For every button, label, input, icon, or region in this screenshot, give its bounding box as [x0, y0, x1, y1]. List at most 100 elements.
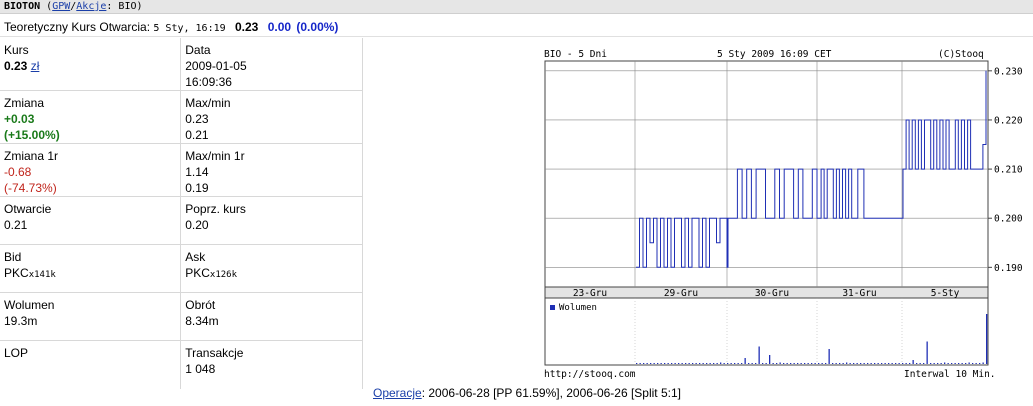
- cell-zmiana-1r: Zmiana 1r -0.68 (-74.73%): [0, 143, 182, 197]
- chart-svg: BIO - 5 Dni 5 Sty 2009 16:09 CET (C)Stoo…: [542, 46, 1033, 382]
- wolumen-label: Wolumen: [4, 298, 55, 312]
- table-row: LOP Transakcje 1 048: [0, 340, 363, 389]
- table-row: Otwarcie 0.21 Poprz. kurs 0.20: [0, 196, 363, 245]
- zmiana-value: +0.03: [4, 112, 35, 126]
- ask-size: x126k: [209, 270, 238, 280]
- volume-bar: [919, 363, 921, 364]
- maxmin1r-label: Max/min 1r: [185, 149, 245, 163]
- table-row: Zmiana +0.03 (+15.00%) Max/min 0.23 0.21: [0, 90, 363, 144]
- obrot-label: Obrót: [185, 298, 216, 312]
- operacje-text: : 2006-06-28 [PP 61.59%], 2006-06-26 [Sp…: [421, 386, 681, 400]
- maxmin-label: Max/min: [185, 96, 231, 110]
- transakcje-value: 1 048: [185, 362, 216, 376]
- volume-bar: [664, 363, 666, 364]
- operacje-link[interactable]: Operacje: [373, 386, 422, 400]
- volume-bar: [940, 363, 942, 364]
- volume-bar: [762, 363, 764, 364]
- x-tick-label: 23-Gru: [573, 288, 607, 299]
- obrot-value: 8.34m: [185, 314, 219, 328]
- y-tick-label: 0.230: [994, 66, 1023, 77]
- cell-bid: Bid PKCx141k: [0, 244, 182, 293]
- kurs-value: 0.23: [4, 59, 28, 73]
- quote-change: 0.00: [267, 20, 292, 34]
- volume-bar: [790, 363, 792, 364]
- chart-title-center: 5 Sty 2009 16:09 CET: [717, 49, 832, 60]
- volume-bar: [657, 363, 659, 364]
- cell-ask: Ask PKCx126k: [180, 244, 363, 293]
- volume-bar: [688, 363, 690, 364]
- volume-bar: [923, 363, 925, 364]
- volume-bar: [895, 363, 897, 364]
- volume-bar: [786, 363, 788, 364]
- volume-bar: [737, 363, 739, 364]
- ask-label: Ask: [185, 250, 206, 264]
- poprz-label: Poprz. kurs: [185, 202, 246, 216]
- volume-bar: [643, 363, 645, 364]
- cell-zmiana: Zmiana +0.03 (+15.00%): [0, 90, 182, 144]
- volume-bar: [765, 363, 767, 364]
- volume-bar: [692, 363, 694, 364]
- volume-bar: [839, 363, 841, 364]
- volume-bar: [912, 360, 914, 364]
- data-label: Data: [185, 43, 211, 57]
- volume-bar: [685, 363, 687, 364]
- kurs-label: Kurs: [4, 43, 29, 57]
- operations-line: Operacje: 2006-06-28 [PP 61.59%], 2006-0…: [373, 386, 681, 400]
- table-row: Wolumen 19.3m Obrót 8.34m: [0, 292, 363, 341]
- volume-bar: [639, 363, 641, 364]
- link-akcje[interactable]: Akcje: [76, 1, 106, 12]
- zmiana1r-label: Zmiana 1r: [4, 149, 59, 163]
- volume-bar: [744, 358, 746, 364]
- table-row: Zmiana 1r -0.68 (-74.73%) Max/min 1r 1.1…: [0, 143, 363, 197]
- volume-bar: [849, 363, 851, 364]
- volume-bar: [807, 363, 809, 364]
- x-tick-label: 5-Sty: [931, 288, 960, 299]
- volume-bar: [888, 363, 890, 364]
- volume-bar: [674, 363, 676, 364]
- link-gpw[interactable]: GPW: [52, 1, 70, 12]
- quote-details-table: Kurs 0.23 zł Data 2009-01-05 16:09:36 Zm…: [0, 38, 363, 389]
- volume-bar: [769, 355, 771, 364]
- volume-bar: [860, 363, 862, 364]
- volume-bar: [856, 363, 858, 364]
- volume-bar: [720, 362, 722, 364]
- volume-bar: [727, 363, 729, 364]
- x-tick-label: 31-Gru: [842, 288, 876, 299]
- volume-bar: [944, 362, 946, 364]
- cell-lop: LOP: [0, 340, 182, 389]
- volume-bar: [811, 363, 813, 364]
- y-tick-label: 0.200: [994, 214, 1023, 225]
- volume-bar: [933, 363, 935, 364]
- volume-bar: [982, 362, 984, 364]
- wolumen-value: 19.3m: [4, 314, 38, 328]
- volume-bar: [825, 363, 827, 364]
- poprz-value: 0.20: [185, 218, 209, 232]
- cell-wolumen: Wolumen 19.3m: [0, 292, 182, 341]
- otwarcie-value: 0.21: [4, 218, 28, 232]
- bid-value: PKC: [4, 266, 29, 280]
- volume-bar: [926, 341, 928, 364]
- quote-change-pct: (0.00%): [296, 20, 339, 34]
- volume-bar: [713, 363, 715, 364]
- volume-bar: [902, 363, 904, 364]
- cell-otwarcie: Otwarcie 0.21: [0, 196, 182, 245]
- quote-datetime: 5 Sty, 16:19: [153, 23, 226, 34]
- volume-bar: [846, 362, 848, 364]
- data-date: 2009-01-05: [185, 59, 247, 73]
- cell-obrot: Obrót 8.34m: [180, 292, 363, 341]
- volume-bar: [835, 363, 837, 364]
- volume-bar: [646, 363, 648, 364]
- transakcje-label: Transakcje: [185, 346, 244, 360]
- zmiana1r-pct: (-74.73%): [4, 181, 57, 195]
- volume-bar: [797, 363, 799, 364]
- volume-bar: [828, 349, 830, 364]
- x-tick-label: 30-Gru: [755, 288, 789, 299]
- currency-link[interactable]: zł: [31, 59, 40, 73]
- table-row: Kurs 0.23 zł Data 2009-01-05 16:09:36: [0, 38, 363, 91]
- volume-bar: [758, 346, 760, 364]
- volume-bar: [772, 363, 774, 364]
- volume-bar: [986, 314, 988, 364]
- volume-bar: [734, 363, 736, 364]
- min-value: 0.21: [185, 128, 209, 142]
- volume-bar: [853, 363, 855, 364]
